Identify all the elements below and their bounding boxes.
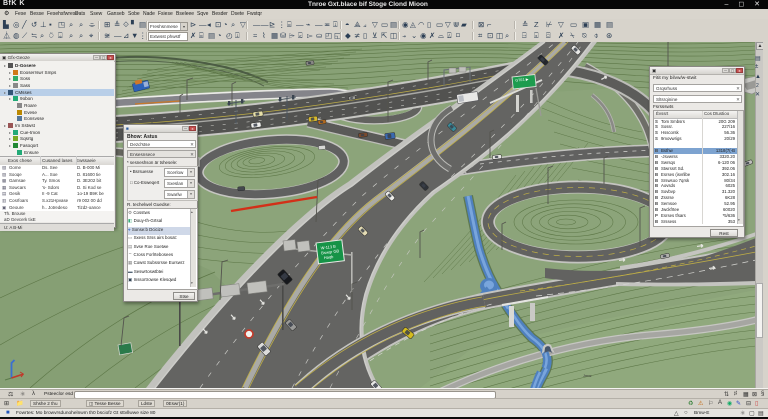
svg-text:Jmw.: Jmw. [583,373,592,378]
